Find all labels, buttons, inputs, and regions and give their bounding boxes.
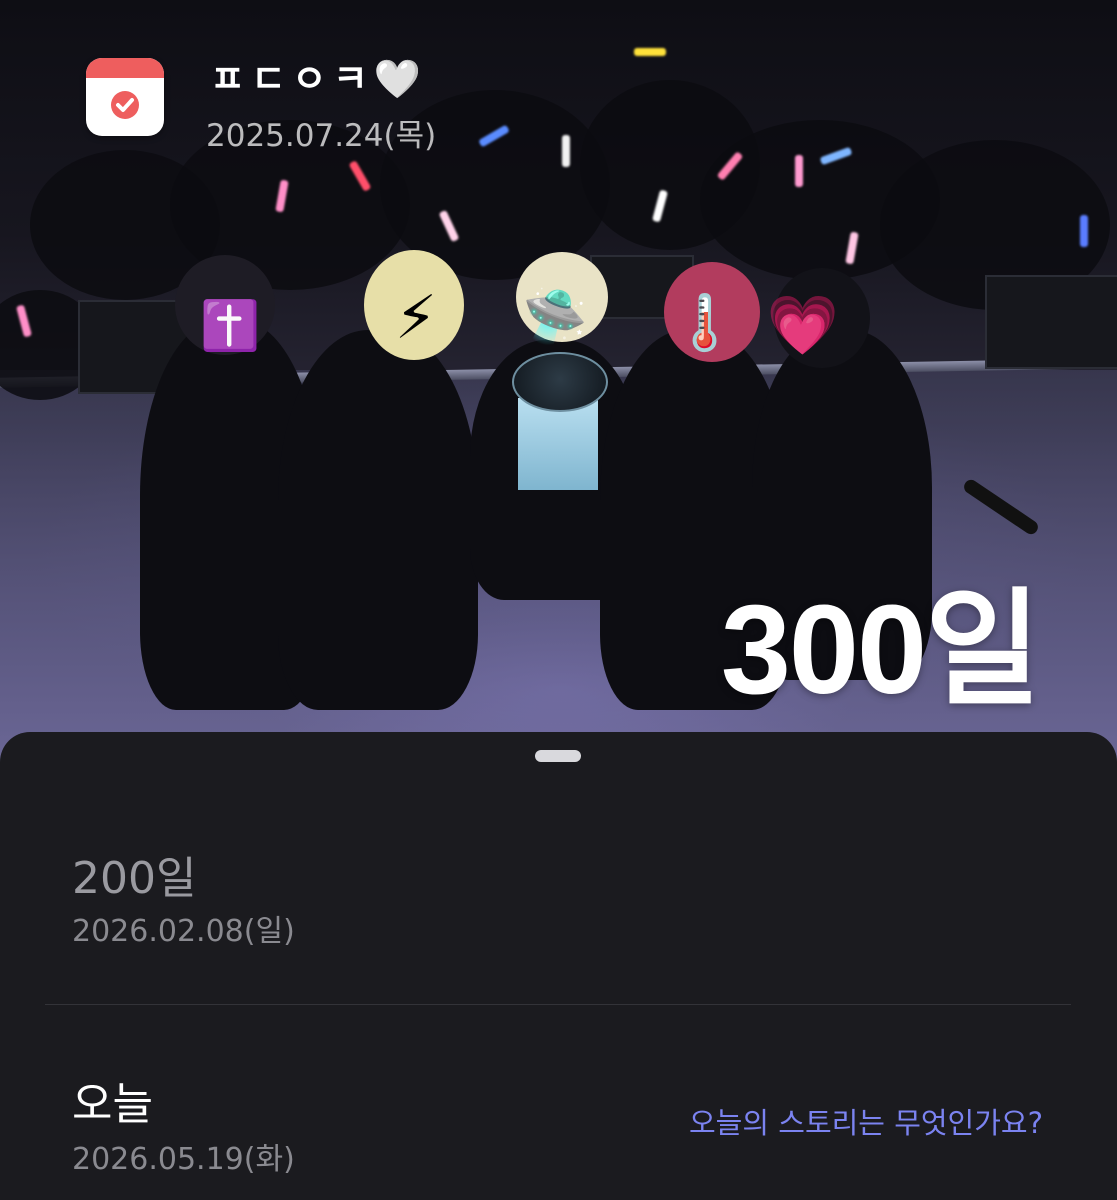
divider bbox=[45, 1004, 1071, 1005]
cake bbox=[512, 352, 608, 490]
emoji-cover-ufo: 🛸 bbox=[522, 286, 588, 347]
days-count-label: 300일 bbox=[720, 579, 1041, 720]
sheet-drag-handle[interactable] bbox=[535, 750, 581, 762]
stage-speaker bbox=[985, 275, 1117, 369]
milestone-title-200: 200일 bbox=[72, 853, 197, 904]
calendar-band bbox=[86, 58, 164, 78]
glow-stick bbox=[634, 48, 666, 56]
event-start-date: 2025.07.24(목) bbox=[206, 118, 437, 154]
emoji-cover-heart: 💗 bbox=[766, 290, 840, 359]
emoji-cover-thermometer: 🌡️ bbox=[671, 291, 739, 354]
milestone-date-200: 2026.02.08(일) bbox=[72, 914, 295, 949]
checkmark-icon bbox=[111, 91, 139, 119]
dday-detail-screen: ✝️ ⚡ 🛸 🌡️ 💗 ㅍㄷㅇㅋ🤍 2025.07.24(목) 300일 200 bbox=[0, 0, 1117, 1200]
glow-stick bbox=[562, 135, 570, 167]
glow-stick bbox=[795, 155, 803, 187]
performer bbox=[278, 330, 478, 710]
event-title: ㅍㄷㅇㅋ🤍 bbox=[210, 57, 428, 101]
emoji-cover-cross: ✝️ bbox=[200, 297, 260, 354]
milestone-date-today: 2026.05.19(화) bbox=[72, 1142, 295, 1177]
glow-stick bbox=[1080, 215, 1088, 247]
milestone-title-today: 오늘 bbox=[72, 1079, 153, 1130]
today-story-link[interactable]: 오늘의 스토리는 무엇인가요? bbox=[689, 1100, 1043, 1142]
emoji-cover-lightning: ⚡ bbox=[394, 283, 438, 353]
cake-top bbox=[512, 352, 608, 412]
calendar-check-icon[interactable] bbox=[86, 58, 164, 136]
